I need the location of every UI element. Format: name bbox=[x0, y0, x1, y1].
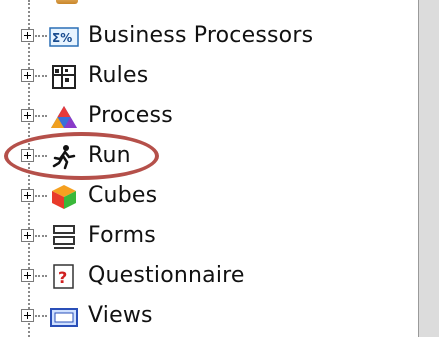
expand-icon[interactable] bbox=[21, 29, 34, 42]
tree-branch-line bbox=[35, 115, 47, 117]
business-processors-icon: Σ% bbox=[49, 24, 79, 50]
expand-icon[interactable] bbox=[21, 269, 34, 282]
expand-icon[interactable] bbox=[21, 229, 34, 242]
rules-icon bbox=[49, 64, 79, 90]
expand-icon[interactable] bbox=[21, 189, 34, 202]
run-icon bbox=[49, 144, 79, 170]
tree-node-label: Process bbox=[88, 103, 173, 128]
questionnaire-icon: ? bbox=[49, 264, 79, 290]
tree-branch-line bbox=[35, 75, 47, 77]
tree-node-business-processors[interactable]: Σ% Business Processors bbox=[0, 17, 418, 57]
expand-icon[interactable] bbox=[21, 109, 34, 122]
navigation-tree: Σ% Business Processors Rules Process Run… bbox=[0, 0, 418, 337]
tree-branch-line bbox=[35, 235, 47, 237]
tree-node-label: Cubes bbox=[88, 183, 158, 208]
partial-folder-icon bbox=[56, 0, 78, 4]
tree-node-questionnaire[interactable]: ? Questionnaire bbox=[0, 257, 418, 297]
tree-node-label: Forms bbox=[88, 223, 156, 248]
tree-node-views[interactable]: Views bbox=[0, 297, 418, 337]
tree-node-forms[interactable]: Forms bbox=[0, 217, 418, 257]
tree-node-label: Business Processors bbox=[88, 23, 314, 48]
tree-node-rules[interactable]: Rules bbox=[0, 57, 418, 97]
tree-branch-line bbox=[35, 275, 47, 277]
tree-node-label: Views bbox=[88, 303, 153, 328]
tree-branch-line bbox=[35, 315, 47, 317]
cubes-icon bbox=[49, 184, 79, 210]
tree-node-label: Rules bbox=[88, 63, 149, 88]
tree-node-label: Run bbox=[88, 143, 131, 168]
tree-node-run[interactable]: Run bbox=[0, 137, 418, 177]
expand-icon[interactable] bbox=[21, 69, 34, 82]
tree-branch-line bbox=[35, 155, 47, 157]
screenshot-frame: Σ% Business Processors Rules Process Run… bbox=[0, 0, 439, 337]
tree-node-cubes[interactable]: Cubes bbox=[0, 177, 418, 217]
svg-text:Σ%: Σ% bbox=[52, 31, 72, 45]
tree-branch-line bbox=[35, 195, 47, 197]
tree-branch-line bbox=[35, 35, 47, 37]
forms-icon bbox=[49, 224, 79, 250]
process-icon bbox=[49, 104, 79, 130]
tree-node-label: Questionnaire bbox=[88, 263, 245, 288]
svg-text:?: ? bbox=[58, 268, 67, 287]
tree-node-process[interactable]: Process bbox=[0, 97, 418, 137]
views-icon bbox=[49, 304, 79, 330]
panel-divider[interactable] bbox=[418, 0, 439, 337]
expand-icon[interactable] bbox=[21, 309, 34, 322]
expand-icon[interactable] bbox=[21, 149, 34, 162]
